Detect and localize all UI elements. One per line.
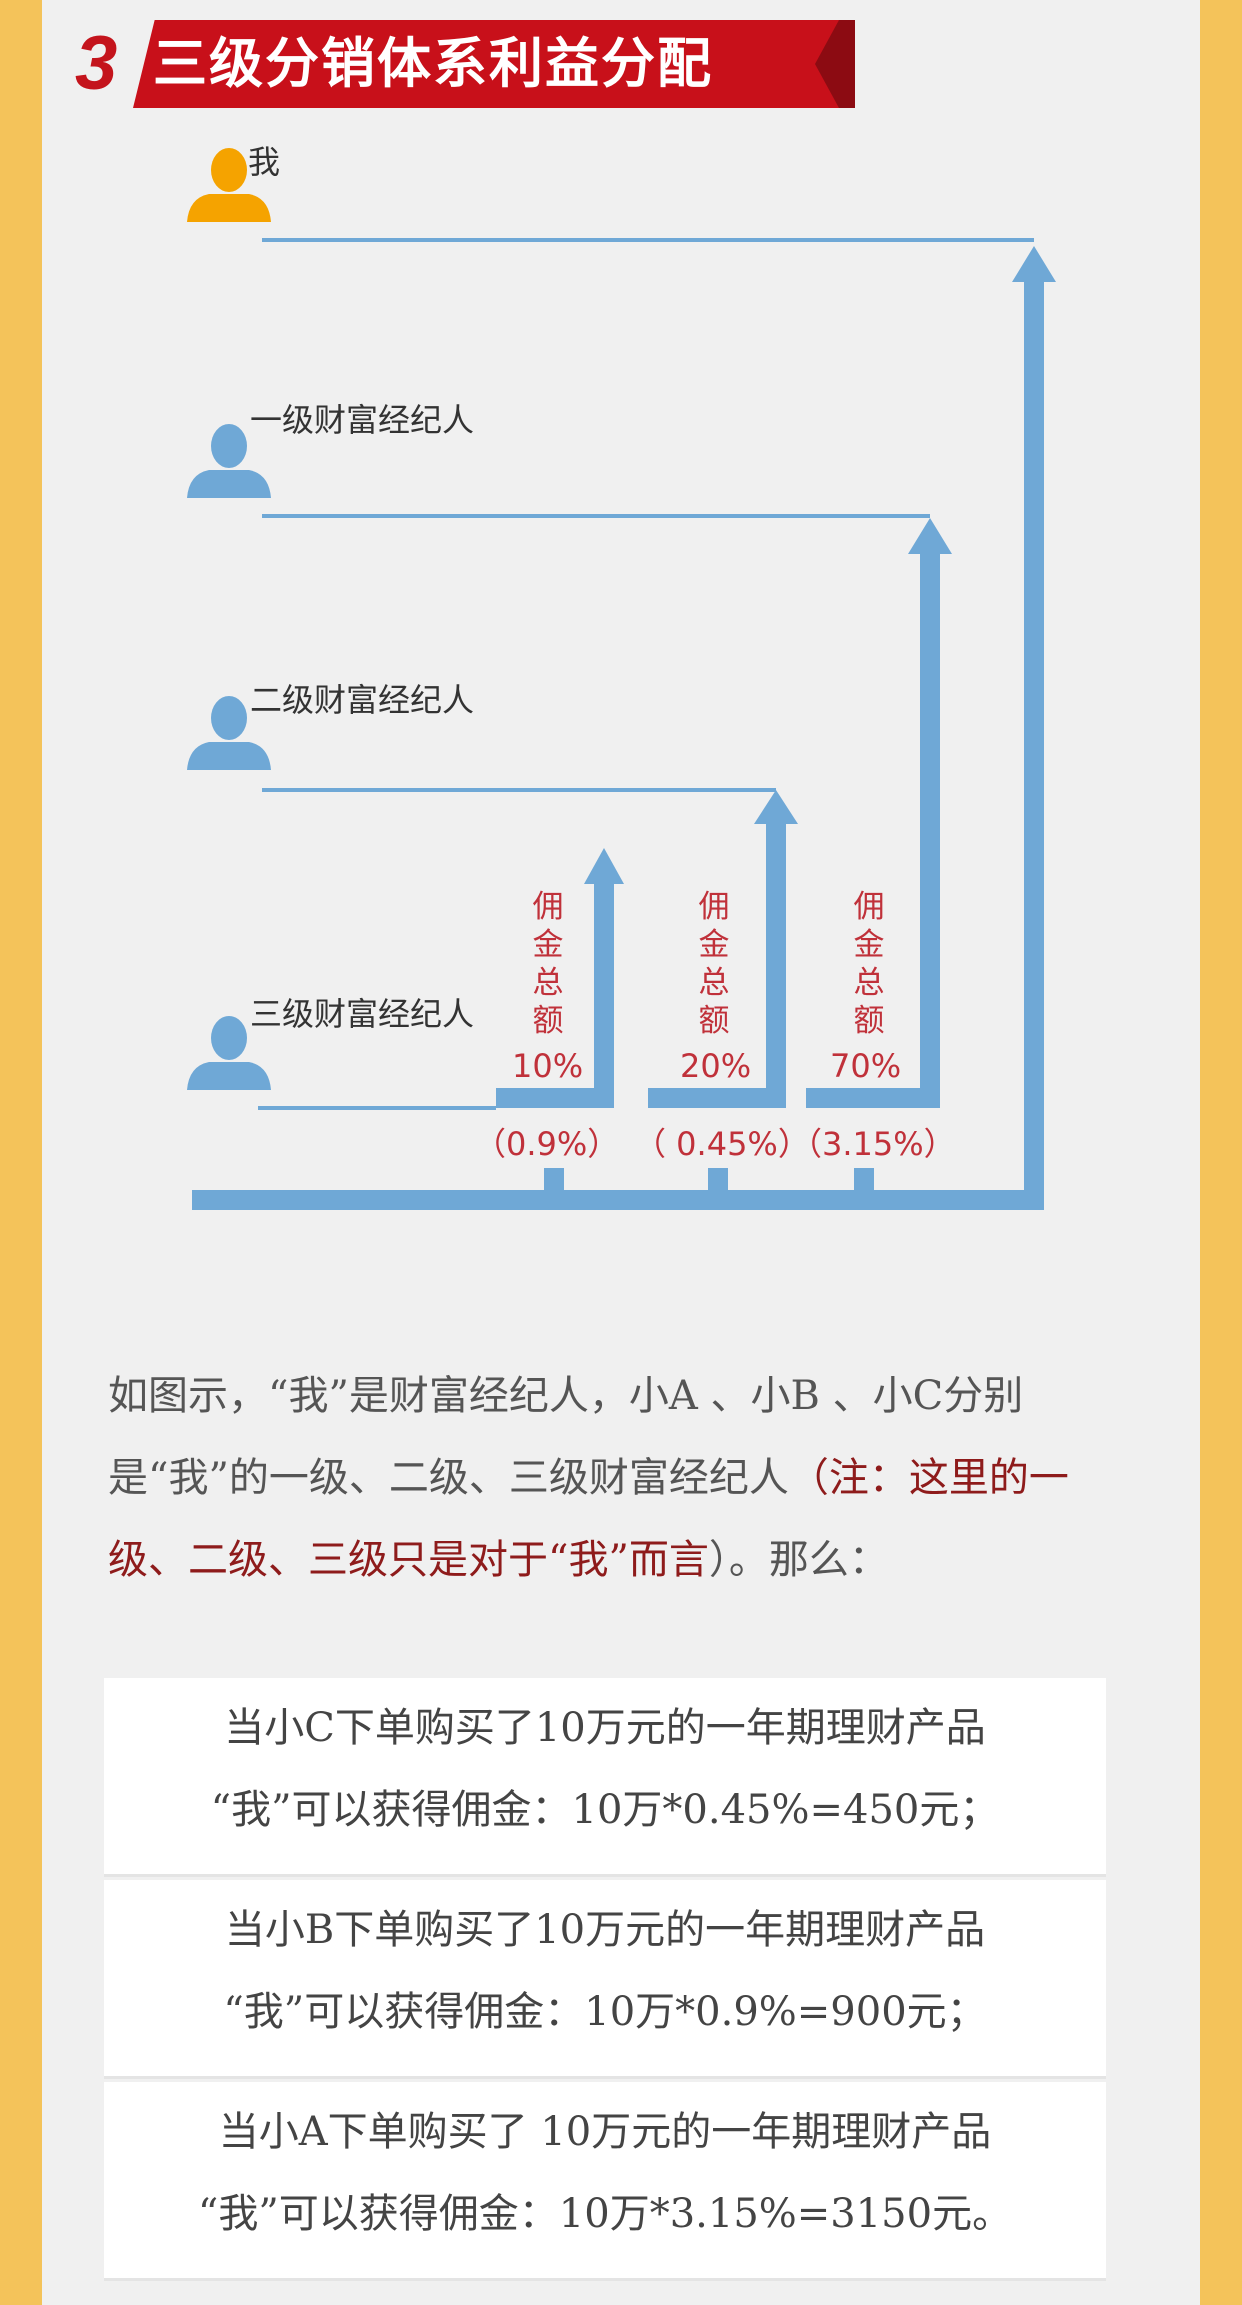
arrow1-vertical-label: 佣金总额	[532, 889, 564, 1039]
example-box-a: 当小A下单购买了 10万元的一年期理财产品 “我”可以获得佣金：10万*3.15…	[104, 2082, 1106, 2281]
level2-label: 二级财富经纪人	[250, 681, 475, 719]
level3-label: 三级财富经纪人	[250, 995, 475, 1033]
arrow2-vertical-label: 佣金总额	[698, 889, 730, 1039]
example-a-line2: “我”可以获得佣金：10万*3.15%=3150元。	[197, 2191, 1013, 2237]
arrow3-head	[908, 518, 952, 554]
arrow3-percent: 70%	[830, 1047, 902, 1085]
big-arrow-head	[1012, 246, 1056, 282]
distribution-diagram	[187, 148, 1056, 1210]
arrow3-vertical-label: 佣金总额	[853, 889, 885, 1039]
arrow2-percent: 20%	[680, 1047, 752, 1085]
example-b-line1: 当小B下单购买了10万元的一年期理财产品	[224, 1907, 986, 1953]
arrow3-paren: （3.15%）	[790, 1125, 956, 1163]
big-arrow-shaft	[1024, 278, 1044, 1210]
me-label: 我	[248, 143, 281, 181]
example-box-c: 当小C下单购买了10万元的一年期理财产品 “我”可以获得佣金：10万*0.45%…	[104, 1678, 1106, 1877]
example-c-line1: 当小C下单购买了10万元的一年期理财产品	[224, 1705, 986, 1751]
arrow1-percent: 10%	[512, 1047, 584, 1085]
paragraph-tail: ）。那么：	[708, 1537, 889, 1583]
arrow2-head	[754, 790, 798, 824]
level1-label: 一级财富经纪人	[250, 401, 475, 439]
explanation-paragraph: 如图示，“我”是财富经纪人，小A 、小B 、小C分别是“我”的一级、二级、三级财…	[108, 1355, 1118, 1601]
base-bar	[192, 1190, 1044, 1210]
arrow1-head	[584, 848, 624, 884]
arrow1-paren: （0.9%）	[474, 1125, 620, 1163]
arrow2-paren: （ 0.45%）	[634, 1125, 810, 1163]
example-b-line2: “我”可以获得佣金：10万*0.9%=900元；	[223, 1989, 987, 2035]
example-box-b: 当小B下单购买了10万元的一年期理财产品 “我”可以获得佣金：10万*0.9%=…	[104, 1880, 1106, 2079]
example-a-line1: 当小A下单购买了 10万元的一年期理财产品	[218, 2109, 992, 2155]
example-c-line2: “我”可以获得佣金：10万*0.45%=450元；	[210, 1787, 1000, 1833]
